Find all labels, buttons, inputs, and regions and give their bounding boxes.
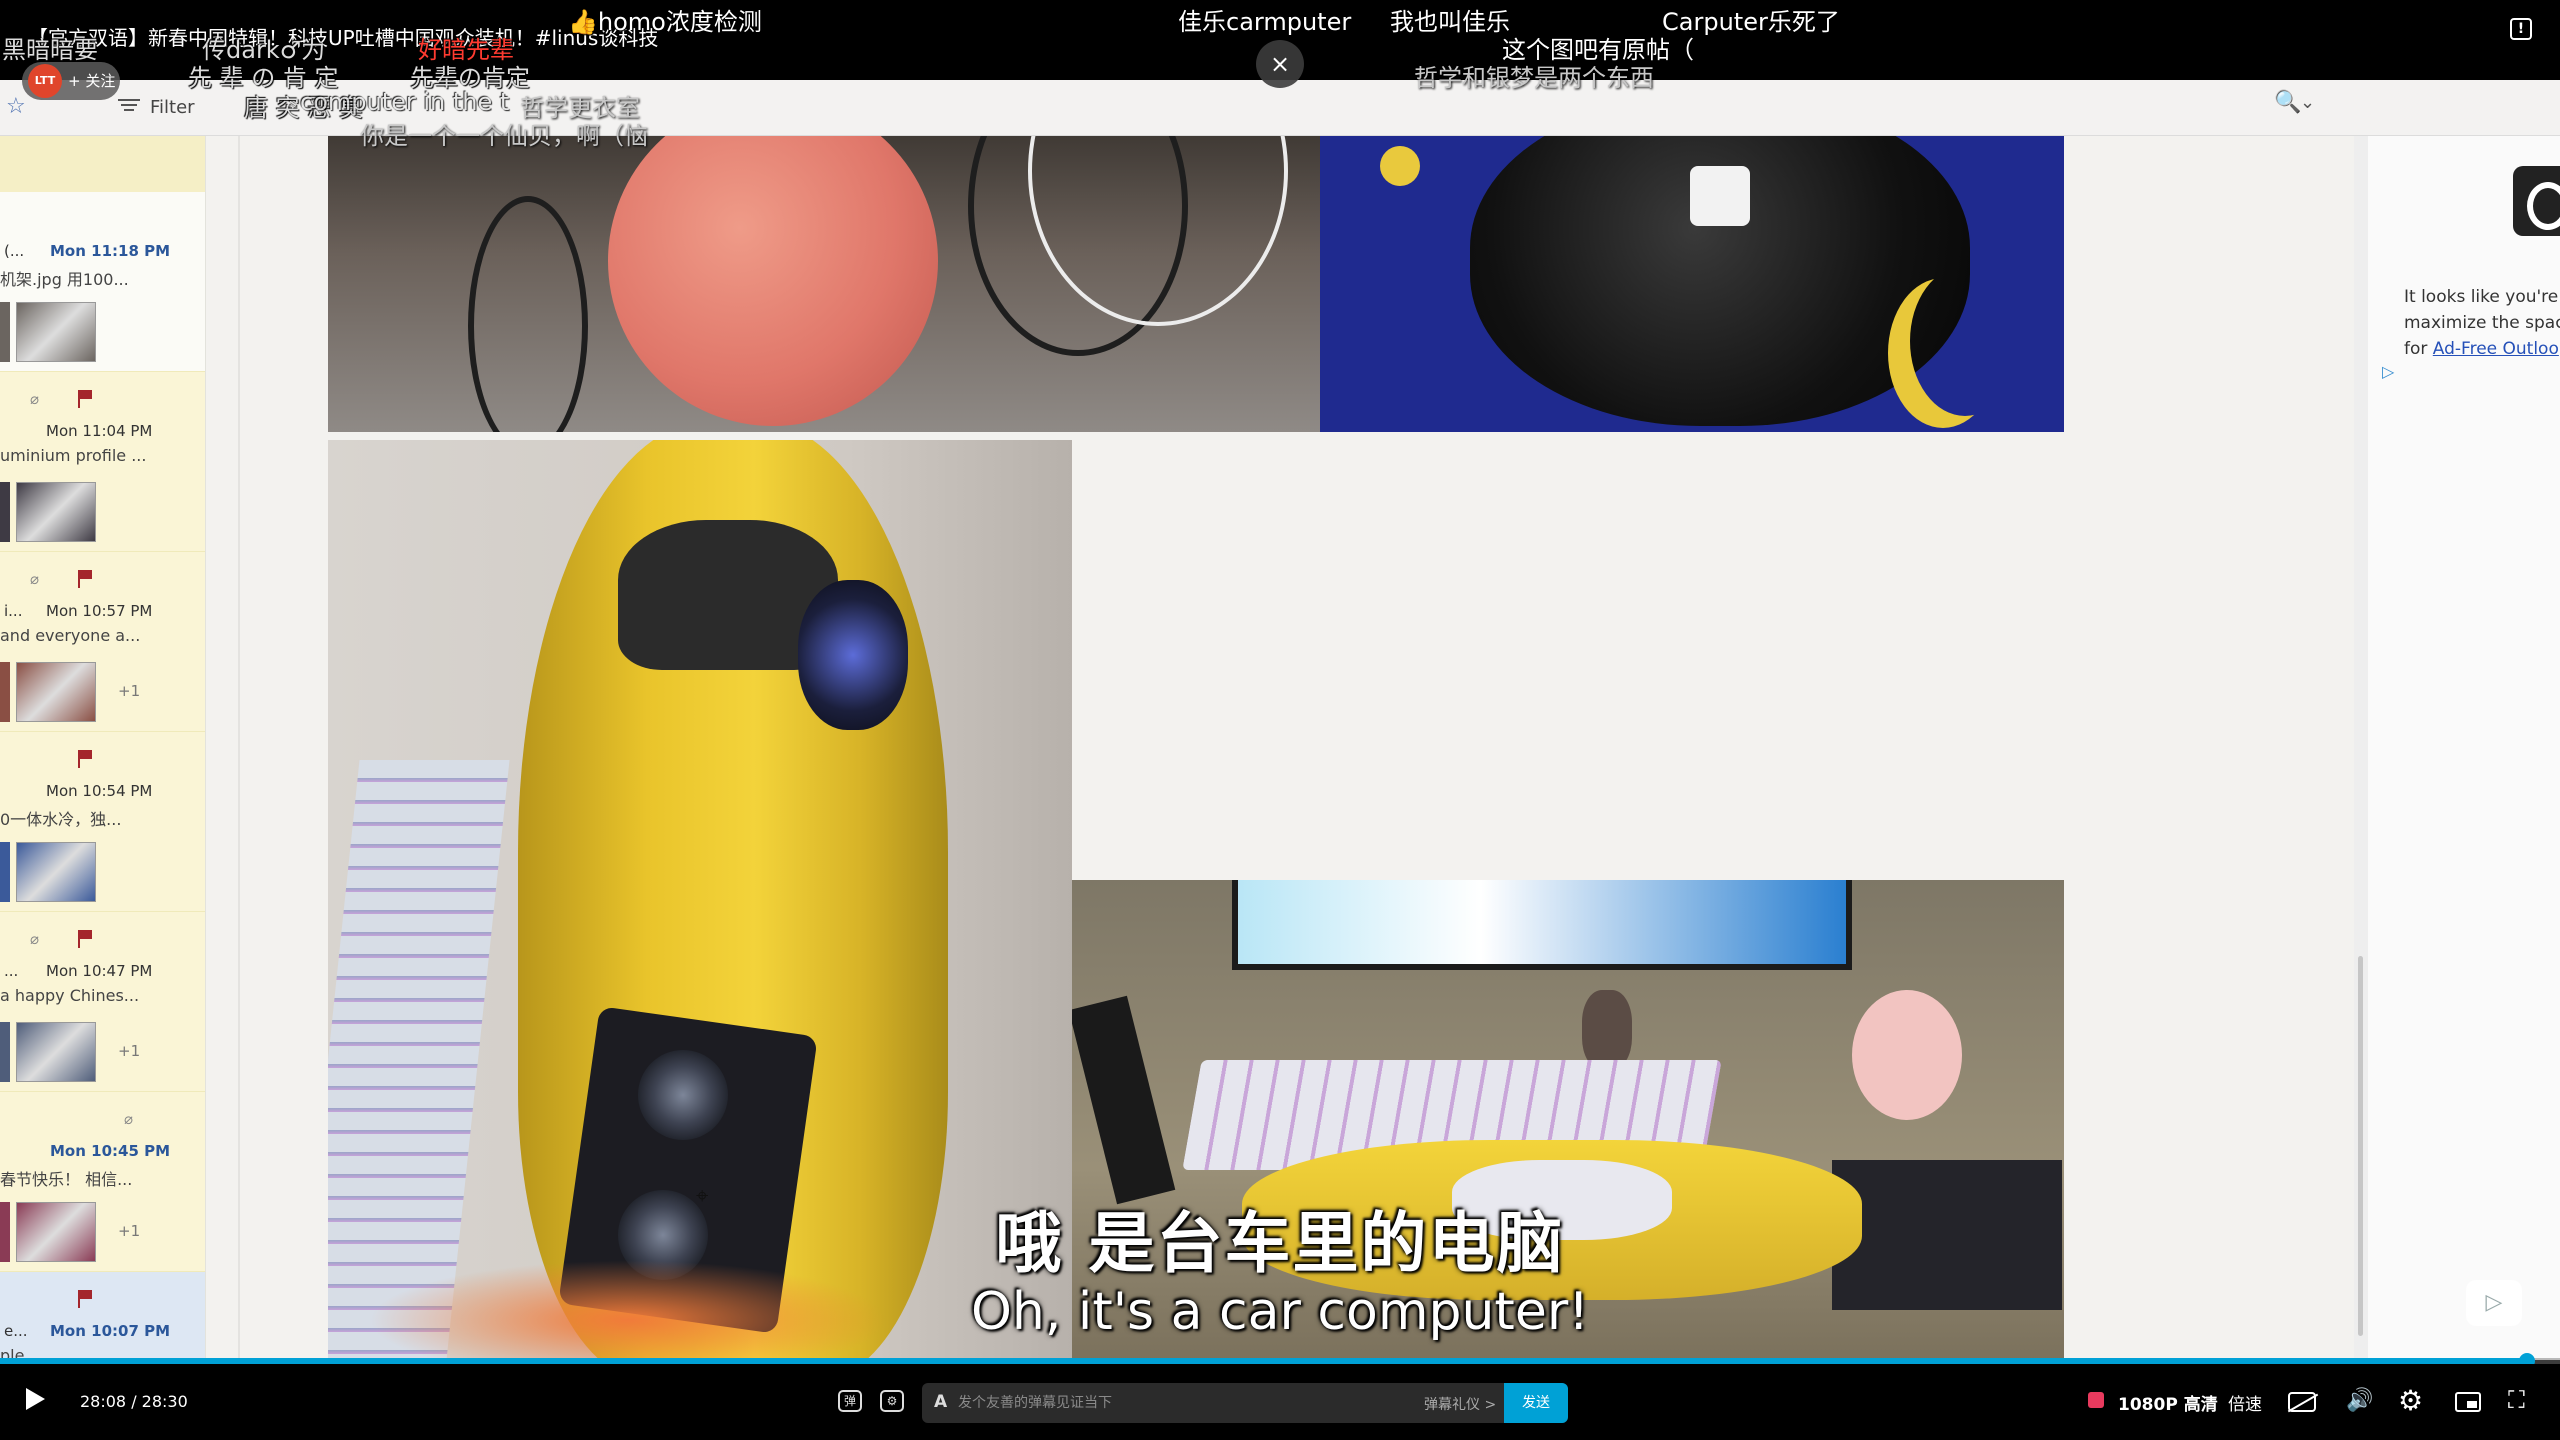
photo-pink-drum [328,136,1320,432]
danmaku-style-icon[interactable]: A [934,1392,947,1412]
scrollbar [2354,136,2368,1360]
video-frame[interactable]: ☆ Filter 🔍 ⌄ (... Mon 11:18 PM 机架.jpg 用100… [0,80,2560,1360]
mail-preview: 春节快乐！ 相信... [0,1170,133,1189]
mail-preview: 机架.jpg 用100... [0,270,129,289]
outlook-toolbar: ☆ Filter 🔍 ⌄ [0,80,2560,136]
mail-sender: i... [4,602,23,620]
subtitle-english: Oh, it's a car computer! [970,1282,1590,1342]
blank-area [1072,440,2064,880]
subtitle-chinese: 哦 是台车里的电脑 [995,1205,1565,1282]
play-button[interactable] [26,1388,45,1410]
mail-sender: (... [4,242,25,260]
mail-list-item[interactable]: ⌀... Mon 10:47 PM a happy Chines... +1 [0,912,205,1092]
control-bar: 28:08 / 28:30 弹 ⚙ A 弹幕礼仪 > 发送 1080P 高清 倍… [0,1364,2560,1440]
mail-thumbnail[interactable] [16,842,96,902]
picture-in-picture-icon[interactable] [2455,1392,2481,1412]
speed-selector[interactable]: 倍速 [2228,1390,2262,1415]
danmaku-input-box: A 弹幕礼仪 > 发送 [922,1383,1568,1423]
ad-free-link: Ad-Free Outloo [2432,339,2559,359]
video-title: 【官方双语】新春中国特辑！科技UP吐槽中国观众装机！#linus谈科技 [28,26,659,50]
mail-time: Mon 10:45 PM [50,1142,171,1160]
mail-list: (... Mon 11:18 PM 机架.jpg 用100... ⌀ Mon 11:04… [0,136,206,1360]
volume-icon[interactable]: 🔊 [2346,1388,2373,1413]
flag-icon[interactable] [78,390,92,408]
attachment-count: +1 [118,1042,141,1060]
quality-selector[interactable]: 1080P 高清 [2118,1390,2218,1415]
ad-text: It looks like you're u maximize the spac… [2404,287,2560,359]
attachment-count: +1 [118,682,141,700]
mail-sender: ... [4,962,19,980]
mail-preview: a happy Chines... [0,986,140,1005]
mail-thumbnail [0,842,10,902]
photo-dark-device [1320,136,2064,432]
mail-list-header [0,136,205,192]
danmaku-toggle-icon[interactable]: 弹 [838,1390,862,1412]
flag-icon[interactable] [78,930,92,948]
send-button[interactable]: 发送 [1504,1383,1568,1423]
mail-time: Mon 10:57 PM [46,602,153,620]
mail-thumbnail[interactable] [16,662,96,722]
zoom-icon: 🔍 [2274,90,2302,115]
reading-gutter [238,136,240,1360]
close-icon[interactable]: × [1256,40,1304,88]
ad-pane: It looks like you're u maximize the spac… [2368,136,2560,1360]
mail-thumbnail[interactable] [16,482,96,542]
mini-player-icon[interactable]: ▷ [2466,1280,2522,1326]
ad-choices-icon: ▷ [2382,362,2395,381]
settings-icon[interactable]: ⚙ [2398,1384,2423,1417]
mail-thumbnail [0,482,10,542]
fullscreen-icon[interactable]: ⛶ [2508,1386,2525,1414]
mail-thumbnail [0,662,10,722]
mail-time: Mon 10:54 PM [46,782,153,800]
uploader-avatar[interactable]: LTT [28,64,62,98]
filter-icon [118,96,140,114]
mail-time: Mon 11:18 PM [50,242,171,260]
mail-time: Mon 10:47 PM [46,962,153,980]
attachment-icon: ⌀ [124,1110,134,1128]
chevron-down-icon: ⌄ [2300,92,2316,113]
mail-thumbnail [0,302,10,362]
outlook-logo-icon [2513,166,2560,236]
flag-icon[interactable] [78,750,92,768]
mail-list-item[interactable]: ⌀ i... Mon 10:57 PM and everyone a... +1 [0,552,205,732]
mail-time: Mon 11:04 PM [46,422,153,440]
flag-icon[interactable] [78,570,92,588]
mail-preview: uminium profile ... [0,446,147,465]
report-icon[interactable]: ! [2510,18,2532,40]
mail-preview: 0一体水冷，独... [0,810,122,829]
video-player[interactable]: ☆ Filter 🔍 ⌄ (... Mon 11:18 PM 机架.jpg 用100… [0,0,2560,1440]
mail-thumbnail [0,1022,10,1082]
time-display: 28:08 / 28:30 [80,1392,188,1411]
quality-badge-icon [2088,1392,2104,1408]
attachment-icon: ⌀ [30,930,40,948]
mail-list-item[interactable]: (... Mon 11:18 PM 机架.jpg 用100... [0,192,205,372]
danmaku-settings-icon[interactable]: ⚙ [880,1390,904,1412]
filter-label: Filter [150,97,195,118]
attachment-icon: ⌀ [30,570,40,588]
star-icon: ☆ [6,94,26,119]
danmaku-input[interactable] [958,1391,1378,1415]
mail-preview: and everyone a... [0,626,141,645]
attachment-icon: ⌀ [30,390,40,408]
mail-thumbnail[interactable] [16,1022,96,1082]
subtitle-off-icon[interactable] [2288,1392,2316,1412]
mail-list-item[interactable]: Mon 10:54 PM 0一体水冷，独... [0,732,205,912]
danmaku-etiquette-link[interactable]: 弹幕礼仪 > [1424,1394,1496,1414]
mail-thumbnail[interactable] [16,302,96,362]
mail-list-item[interactable]: ⌀ Mon 11:04 PM uminium profile ... [0,372,205,552]
